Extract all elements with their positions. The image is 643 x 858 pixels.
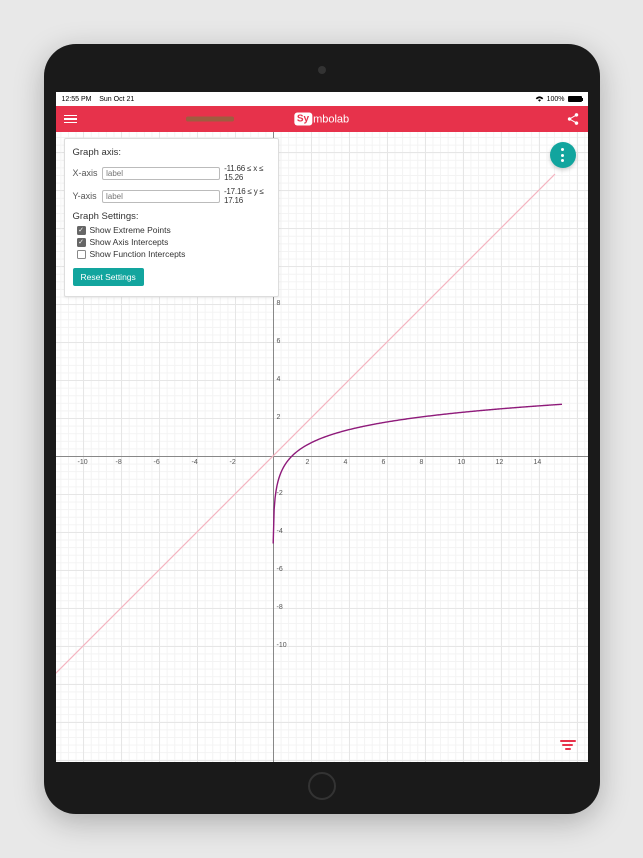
opt-extreme-row: ✓ Show Extreme Points <box>73 225 270 235</box>
brand-text: mbolab <box>313 113 349 125</box>
more-fab[interactable] <box>550 142 576 168</box>
battery-icon <box>568 96 582 102</box>
status-date: Sun Oct 21 <box>99 96 134 103</box>
graph-area[interactable]: -10-8-6-4-22468101214-10-8-6-4-22468 Gra… <box>56 132 588 762</box>
y-axis-input[interactable] <box>102 190 220 203</box>
camera-dot <box>318 66 326 74</box>
battery-pct: 100% <box>547 96 565 103</box>
share-icon[interactable] <box>566 112 580 126</box>
panel-axis-title: Graph axis: <box>73 147 270 158</box>
opt-func-int-label: Show Function Intercepts <box>90 249 186 259</box>
tablet-frame: 12:55 PM Sun Oct 21 100% Symbolab - <box>44 44 600 814</box>
y-axis-label: Y-axis <box>73 191 98 201</box>
reset-button[interactable]: Reset Settings <box>73 268 144 286</box>
status-left: 12:55 PM Sun Oct 21 <box>62 96 135 103</box>
toolbar-placeholder <box>186 117 234 122</box>
wifi-icon <box>535 96 544 102</box>
x-axis-label: X-axis <box>73 168 99 178</box>
menu-icon[interactable] <box>64 115 77 124</box>
y-axis-row: Y-axis -17.16 ≤ y ≤ 17.16 <box>73 187 270 205</box>
x-axis-input[interactable] <box>102 167 220 180</box>
status-time: 12:55 PM <box>62 96 92 103</box>
status-right: 100% <box>535 96 582 103</box>
app-header: Symbolab <box>56 106 588 132</box>
settings-title: Graph Settings: <box>73 211 270 222</box>
brand-box: Sy <box>294 113 312 126</box>
settings-panel: Graph axis: X-axis -11.66 ≤ x ≤ 15.26 Y-… <box>64 138 279 297</box>
x-axis <box>56 456 588 457</box>
opt-func-int-checkbox[interactable] <box>77 250 86 259</box>
screen: 12:55 PM Sun Oct 21 100% Symbolab - <box>56 92 588 762</box>
brand-logo: Symbolab <box>294 113 349 126</box>
status-bar: 12:55 PM Sun Oct 21 100% <box>56 92 588 106</box>
opt-func-int-row: Show Function Intercepts <box>73 249 270 259</box>
opt-extreme-checkbox[interactable]: ✓ <box>77 226 86 235</box>
opt-axis-int-checkbox[interactable]: ✓ <box>77 238 86 247</box>
opt-extreme-label: Show Extreme Points <box>90 225 171 235</box>
y-range-text: -17.16 ≤ y ≤ 17.16 <box>224 187 270 205</box>
home-button[interactable] <box>308 772 336 800</box>
opt-axis-int-row: ✓ Show Axis Intercepts <box>73 237 270 247</box>
filter-fab[interactable] <box>558 736 578 754</box>
opt-axis-int-label: Show Axis Intercepts <box>90 237 169 247</box>
x-axis-row: X-axis -11.66 ≤ x ≤ 15.26 <box>73 164 270 182</box>
x-range-text: -11.66 ≤ x ≤ 15.26 <box>224 164 269 182</box>
